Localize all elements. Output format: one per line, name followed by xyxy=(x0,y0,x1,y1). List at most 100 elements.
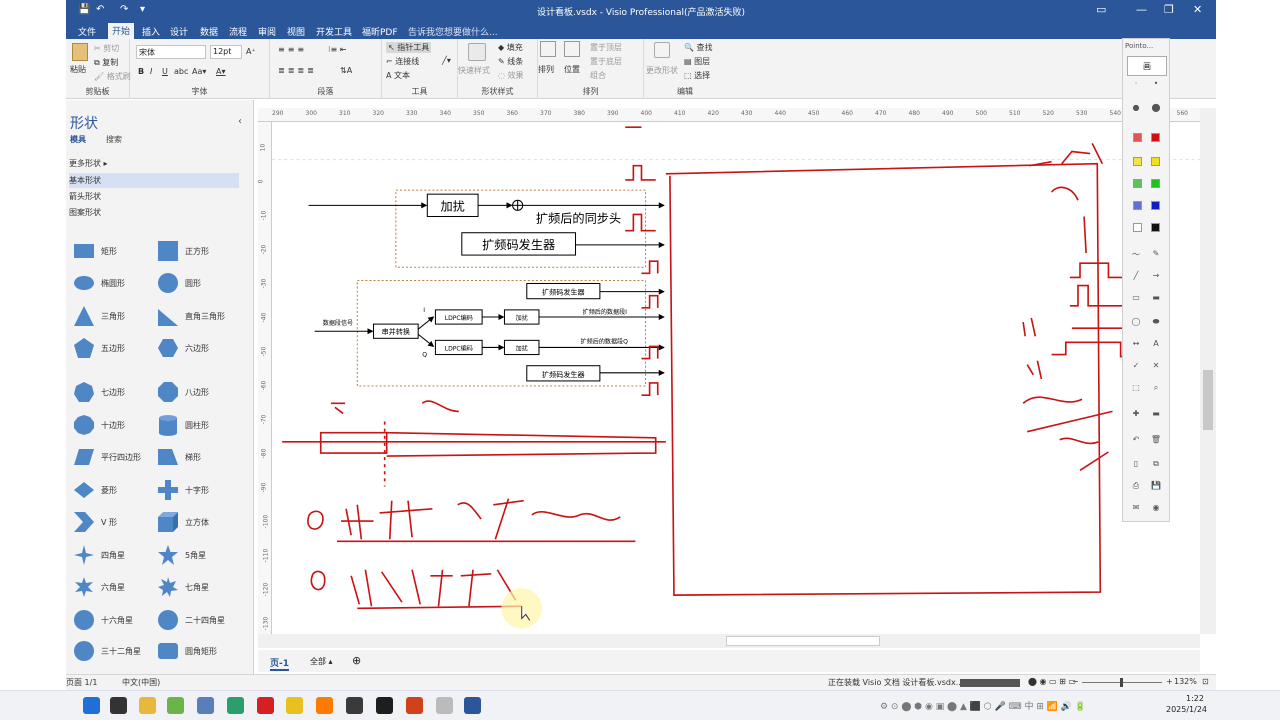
text-tool-icon[interactable]: A xyxy=(1149,339,1163,348)
grow-font-icon[interactable]: A⁺ xyxy=(246,47,256,56)
status-icons[interactable]: ⬤ ◉ ▭ ⊞ ▭ xyxy=(1028,677,1076,686)
quick-styles-button[interactable]: 快速样式 xyxy=(458,65,490,76)
drawing-canvas[interactable]: 加扰 扩频后的同步头 扩频码发生器 扩频码发生器 数据段信号 串并转换 I Q … xyxy=(272,122,1200,634)
select-button[interactable]: ⬚ 选择 xyxy=(684,70,710,81)
chrome-icon[interactable] xyxy=(286,697,303,714)
filled-rect-icon[interactable]: ▬ xyxy=(1149,293,1163,302)
zoom-in-pfx-icon[interactable]: ✚ xyxy=(1129,409,1143,418)
position-button[interactable]: 位置 xyxy=(564,64,580,75)
tab-developer[interactable]: 开发工具 xyxy=(312,24,356,39)
zoom-icon[interactable]: ⌕ xyxy=(1149,383,1163,393)
tab-view[interactable]: 视图 xyxy=(283,24,309,39)
color-red-light-icon[interactable] xyxy=(1133,133,1142,142)
cut-button[interactable]: ✂ 剪切 xyxy=(94,43,119,54)
minimize-button[interactable]: — xyxy=(1136,3,1147,16)
dot-xlarge-icon[interactable]: ⬤ xyxy=(1149,103,1163,112)
double-arrow-icon[interactable]: ↔ xyxy=(1129,339,1143,348)
delete-icon[interactable]: 🗑 xyxy=(1149,435,1163,444)
clock-date[interactable]: 2025/1/24 xyxy=(1166,705,1207,714)
ellipse-tool-icon[interactable]: ◯ xyxy=(1129,317,1143,326)
italic-button[interactable]: I xyxy=(150,67,152,76)
color-green-icon[interactable] xyxy=(1151,179,1160,188)
filled-ellipse-icon[interactable]: ⬬ xyxy=(1149,317,1163,327)
line-icon[interactable]: ╱ xyxy=(1129,271,1143,280)
new-page-icon[interactable]: ▯ xyxy=(1129,459,1143,468)
netease-icon[interactable] xyxy=(257,697,274,714)
zoom-out-button[interactable]: − xyxy=(1072,677,1079,686)
font-family-select[interactable]: 宋体 xyxy=(136,45,206,59)
windows-start-icon[interactable] xyxy=(83,697,100,714)
status-language[interactable]: 中文(中国) xyxy=(122,677,160,688)
stencil-more-shapes[interactable]: 更多形状 ▸ xyxy=(69,158,108,169)
arrow-icon[interactable]: → xyxy=(1149,271,1163,280)
app-icon-2[interactable] xyxy=(167,697,184,714)
quick-styles-icon[interactable] xyxy=(468,43,486,61)
vertical-align-icons[interactable]: ≡≡≡ xyxy=(278,45,307,54)
arrange-button[interactable]: 排列 xyxy=(538,64,554,75)
tab-search[interactable]: 搜索 xyxy=(106,134,122,145)
rect-icon[interactable]: ▭ xyxy=(1129,293,1143,302)
tab-review[interactable]: 审阅 xyxy=(254,24,280,39)
pointer-tool-button[interactable]: ↖ 指针工具 xyxy=(386,42,432,53)
dot-medium-icon[interactable]: • xyxy=(1149,79,1163,88)
bring-to-front-button[interactable]: 置于顶层 xyxy=(590,42,622,53)
select-area-icon[interactable]: ⬚ xyxy=(1129,383,1143,392)
dot-large-icon[interactable]: ● xyxy=(1129,103,1143,112)
exit-icon[interactable]: ◉ xyxy=(1149,503,1163,512)
save-pfx-icon[interactable]: 💾 xyxy=(1149,481,1163,490)
color-blue-light-icon[interactable] xyxy=(1133,201,1142,210)
color-black-icon[interactable] xyxy=(1151,223,1160,232)
pointofix-draw-mode[interactable]: 画 xyxy=(1127,56,1167,76)
page-tab-1[interactable]: 页-1 xyxy=(270,656,289,671)
color-white-icon[interactable] xyxy=(1133,223,1142,232)
underline-button[interactable]: U xyxy=(162,67,168,76)
zoom-level[interactable]: 132% xyxy=(1174,677,1197,686)
tell-me-input[interactable]: 告诉我您想要做什么... xyxy=(408,25,498,38)
undo-pfx-icon[interactable]: ↶ xyxy=(1129,435,1143,444)
list-icons[interactable]: ⁝≡ ⇤ xyxy=(328,45,347,54)
clock-time[interactable]: 1:22 xyxy=(1186,694,1204,703)
connector-tool-button[interactable]: ⌐ 连接线 xyxy=(386,56,419,67)
find-button[interactable]: 🔍 查找 xyxy=(684,42,713,53)
zoom-out-pfx-icon[interactable]: ▬ xyxy=(1149,409,1163,418)
align-icon[interactable] xyxy=(540,41,556,57)
highlighter-icon[interactable]: ✎ xyxy=(1149,249,1163,258)
fill-button[interactable]: ◆ 填充 xyxy=(498,42,523,53)
app-icon-8[interactable] xyxy=(346,697,363,714)
app-icon-4[interactable] xyxy=(227,697,244,714)
record-icon[interactable] xyxy=(376,697,393,714)
zoom-in-button[interactable]: + xyxy=(1166,677,1173,686)
tab-process[interactable]: 流程 xyxy=(225,24,251,39)
visio-icon[interactable] xyxy=(464,697,481,714)
dot-small-icon[interactable]: · xyxy=(1129,79,1143,88)
tab-file[interactable]: 文件 xyxy=(74,24,100,39)
app-icon-11[interactable] xyxy=(436,697,453,714)
paste-icon[interactable] xyxy=(72,43,88,61)
stencil-basic-shapes[interactable]: 基本形状 xyxy=(69,173,239,188)
ribbon-display-icon[interactable]: ▭ xyxy=(1096,3,1106,16)
add-page-button[interactable]: ⊕ xyxy=(352,654,361,667)
text-tool-button[interactable]: A 文本 xyxy=(386,70,410,81)
tab-design[interactable]: 设计 xyxy=(166,24,192,39)
stencil-pattern-shapes[interactable]: 图案形状 xyxy=(69,207,101,218)
powerpoint-icon[interactable] xyxy=(406,697,423,714)
color-red-icon[interactable] xyxy=(1151,133,1160,142)
vertical-scroll-thumb[interactable] xyxy=(1203,370,1213,430)
font-color-button[interactable]: A▾ xyxy=(216,67,226,76)
zoom-slider-thumb[interactable] xyxy=(1120,678,1123,687)
horizontal-align-icons[interactable]: ≣≣≣≣ xyxy=(278,66,317,75)
copy-pfx-icon[interactable]: ⧉ xyxy=(1149,459,1163,469)
freehand-icon[interactable]: 〜 xyxy=(1129,249,1143,260)
stencil-arrow-shapes[interactable]: 箭头形状 xyxy=(69,191,101,202)
group-button[interactable]: 组合 xyxy=(590,70,606,81)
horizontal-scrollbar[interactable] xyxy=(258,634,1200,648)
color-blue-icon[interactable] xyxy=(1151,201,1160,210)
font-size-select[interactable]: 12pt xyxy=(210,45,242,59)
position-icon[interactable] xyxy=(564,41,580,57)
file-explorer-icon[interactable] xyxy=(139,697,156,714)
mail-icon[interactable]: ✉ xyxy=(1129,503,1143,512)
tab-home[interactable]: 开始 xyxy=(108,23,135,39)
copy-button[interactable]: ⧉ 复制 xyxy=(94,57,118,68)
task-view-icon[interactable] xyxy=(110,697,127,714)
fit-page-icon[interactable]: ⊡ xyxy=(1202,677,1209,686)
